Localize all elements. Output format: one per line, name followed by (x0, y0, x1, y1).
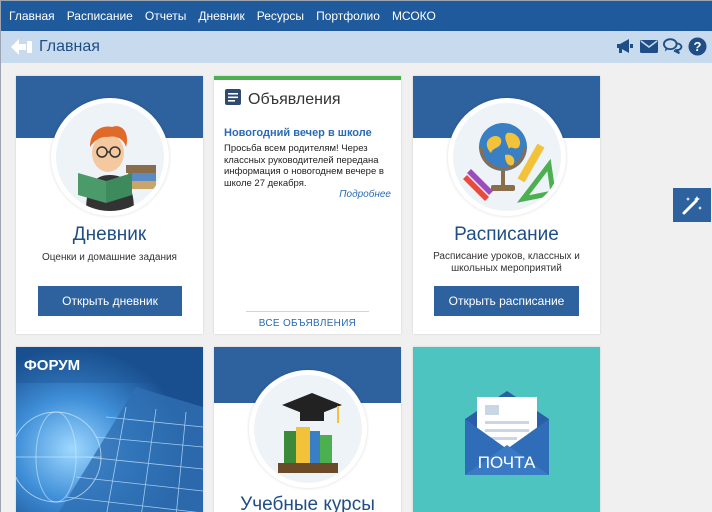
nav-item-portfolio[interactable]: Портфолио (312, 9, 388, 23)
announcement-item-text: Просьба всем родителям! Через классных р… (224, 143, 384, 189)
page-title: Главная (39, 38, 100, 55)
magic-wand-button[interactable] (673, 188, 711, 222)
student-illustration (56, 103, 164, 211)
nav-item-home[interactable]: Главная (5, 9, 63, 23)
mail-card[interactable]: ПОЧТА (413, 347, 600, 512)
nav-item-msoko[interactable]: МСОКО (388, 9, 444, 23)
envelope-icon[interactable] (639, 36, 659, 56)
open-schedule-button[interactable]: Открыть расписание (434, 286, 579, 316)
document-icon (224, 88, 242, 111)
announcements-card: Объявления Новогодний вечер в школе Прос… (214, 76, 401, 334)
announcement-item-title[interactable]: Новогодний вечер в школе (224, 127, 372, 139)
chat-icon[interactable] (663, 36, 683, 56)
card-description: Расписание уроков, классных и школьных м… (433, 251, 580, 274)
read-more-link[interactable]: Подробнее (339, 189, 391, 200)
nav-item-resources[interactable]: Ресурсы (253, 9, 312, 23)
mail-label: ПОЧТА (477, 453, 536, 472)
courses-card: Учебные курсы (214, 347, 401, 512)
dashboard-content: Дневник Оценки и домашние задания Открыт… (1, 63, 712, 512)
back-icon[interactable] (9, 37, 35, 57)
header-actions: ? (615, 36, 707, 56)
card-description: Оценки и домашние задания (42, 252, 177, 263)
megaphone-icon[interactable] (615, 36, 635, 56)
help-icon[interactable]: ? (687, 36, 707, 56)
card-title: Расписание (454, 224, 559, 245)
all-announcements-link[interactable]: ВСЕ ОБЪЯВЛЕНИЯ (214, 318, 401, 329)
divider (246, 311, 369, 312)
nav-item-schedule[interactable]: Расписание (63, 9, 141, 23)
school-supplies-illustration (453, 103, 561, 211)
page-header: Главная ? (1, 31, 712, 63)
nav-item-reports[interactable]: Отчеты (141, 9, 194, 23)
forum-card[interactable]: ФОРУМ (16, 347, 203, 512)
announcements-title: Объявления (248, 90, 341, 108)
nav-item-diary[interactable]: Дневник (194, 9, 252, 23)
card-title: Учебные курсы (240, 494, 375, 512)
books-illustration (254, 375, 362, 483)
announcements-header: Объявления (224, 88, 341, 111)
diary-card: Дневник Оценки и домашние задания Открыт… (16, 76, 203, 334)
magic-wand-icon (682, 196, 702, 215)
open-diary-button[interactable]: Открыть дневник (38, 286, 182, 316)
card-title: Дневник (72, 224, 147, 245)
top-navigation: Главная Расписание Отчеты Дневник Ресурс… (1, 1, 712, 31)
svg-text:?: ? (693, 39, 701, 54)
forum-label: ФОРУМ (24, 357, 81, 374)
schedule-card: Расписание Расписание уроков, классных и… (413, 76, 600, 334)
